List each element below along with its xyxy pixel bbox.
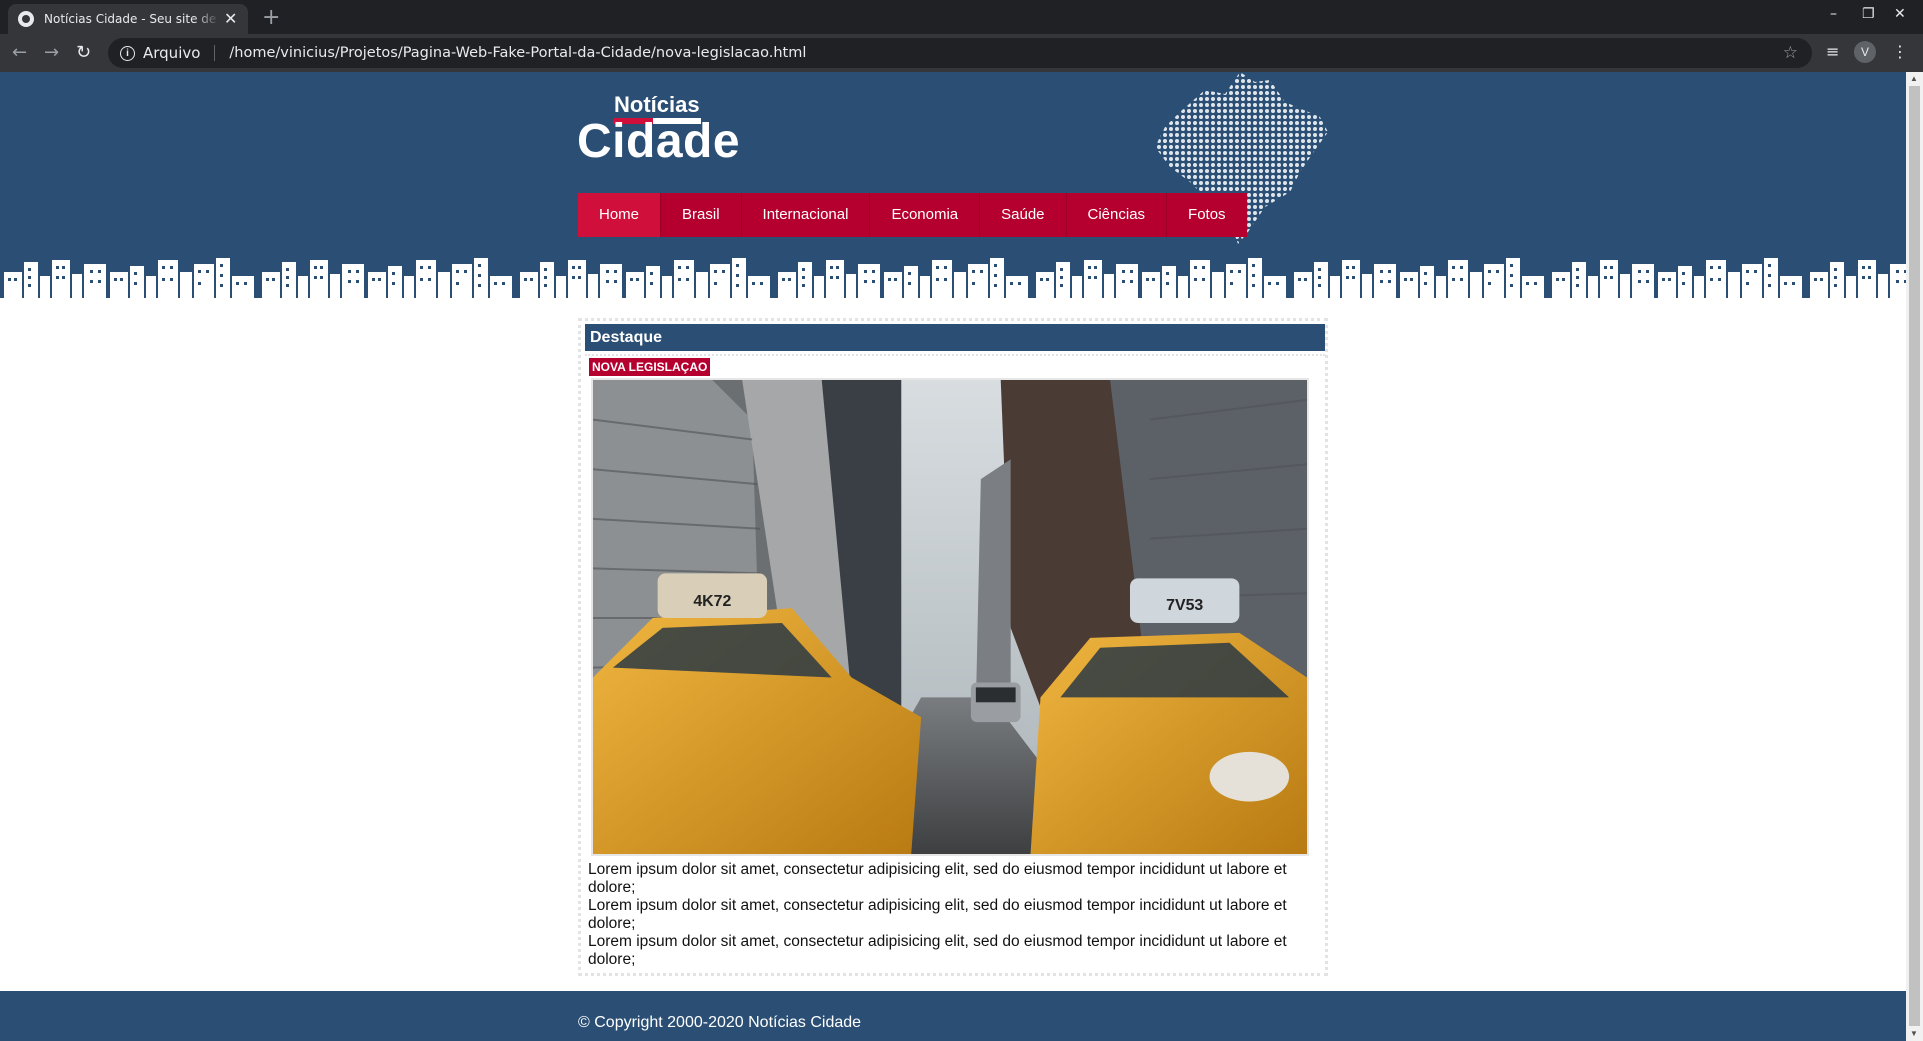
address-scheme-label: Arquivo [143,44,201,62]
minimize-icon[interactable]: – [1830,6,1837,22]
new-tab-icon[interactable]: + [262,5,280,30]
info-icon[interactable]: i [120,45,135,61]
address-url[interactable]: /home/vinicius/Projetos/Pagina-Web-Fake-… [229,45,806,61]
nav-item-ciencias[interactable]: Ciências [1067,193,1168,237]
browser-tab-bar: Notícias Cidade - Seu site de notícias ✕… [0,0,1923,34]
featured-section: Destaque NOVA LEGISLAÇAO 4K72 7V53 Lorem… [578,318,1328,976]
page-viewport: Notícias Cidade Home Brasil Internaciona… [0,72,1906,1041]
tab-title: Notícias Cidade - Seu site de notícias [44,12,220,26]
vertical-scrollbar[interactable]: ▲ ▼ [1906,72,1923,1041]
address-bar[interactable]: i Arquivo /home/vinicius/Projetos/Pagina… [108,38,1812,68]
copyright-text: © Copyright 2000-2020 Notícias Cidade [578,1014,862,1031]
restore-icon[interactable]: ❐ [1862,6,1875,22]
bookmark-star-icon[interactable]: ☆ [1783,43,1798,63]
right-taxi-number: 7V53 [1166,597,1203,614]
scrollbar-thumb[interactable] [1909,86,1920,1026]
browser-tab[interactable]: Notícias Cidade - Seu site de notícias ✕ [8,4,248,34]
site-header: Notícias Cidade Home Brasil Internaciona… [0,72,1906,302]
nav-item-saude[interactable]: Saúde [980,193,1067,237]
forward-icon[interactable]: → [44,42,59,63]
main-nav: Home Brasil Internacional Economia Saúde… [578,193,1247,237]
back-icon[interactable]: ← [12,42,27,63]
section-divider [585,354,1325,357]
city-skyline-graphic [0,254,1906,302]
close-window-icon[interactable]: ✕ [1894,6,1906,22]
site-logo[interactable]: Notícias Cidade [577,92,741,172]
browser-menu-icon[interactable]: ⋮ [1892,42,1908,61]
section-title: Destaque [585,324,1325,351]
article-paragraph: Lorem ipsum dolor sit amet, consectetur … [588,861,1287,896]
profile-avatar[interactable]: V [1854,41,1876,63]
tab-close-icon[interactable]: ✕ [224,9,237,29]
article-paragraph: Lorem ipsum dolor sit amet, consectetur … [588,897,1287,932]
media-queue-icon[interactable]: ≡ [1826,42,1839,61]
featured-photo[interactable]: 4K72 7V53 [591,378,1309,856]
globe-icon [18,11,34,27]
nav-item-internacional[interactable]: Internacional [742,193,871,237]
nav-item-home[interactable]: Home [578,193,662,237]
news-category-tag[interactable]: NOVA LEGISLAÇAO [589,358,711,376]
scroll-up-icon[interactable]: ▲ [1910,74,1918,83]
left-taxi-number: 4K72 [693,593,731,610]
site-footer: © Copyright 2000-2020 Notícias Cidade [0,991,1906,1041]
browser-toolbar: ← → ↻ i Arquivo /home/vinicius/Projetos/… [0,34,1923,72]
nav-item-economia[interactable]: Economia [870,193,981,237]
logo-main-text: Cidade [577,115,741,168]
nav-item-brasil[interactable]: Brasil [661,193,742,237]
article-body: Lorem ipsum dolor sit amet, consectetur … [588,861,1328,969]
reload-icon[interactable]: ↻ [76,42,91,63]
scroll-down-icon[interactable]: ▼ [1910,1029,1918,1038]
article-paragraph: Lorem ipsum dolor sit amet, consectetur … [588,933,1287,968]
nav-item-fotos[interactable]: Fotos [1167,193,1247,237]
address-divider [214,45,216,61]
